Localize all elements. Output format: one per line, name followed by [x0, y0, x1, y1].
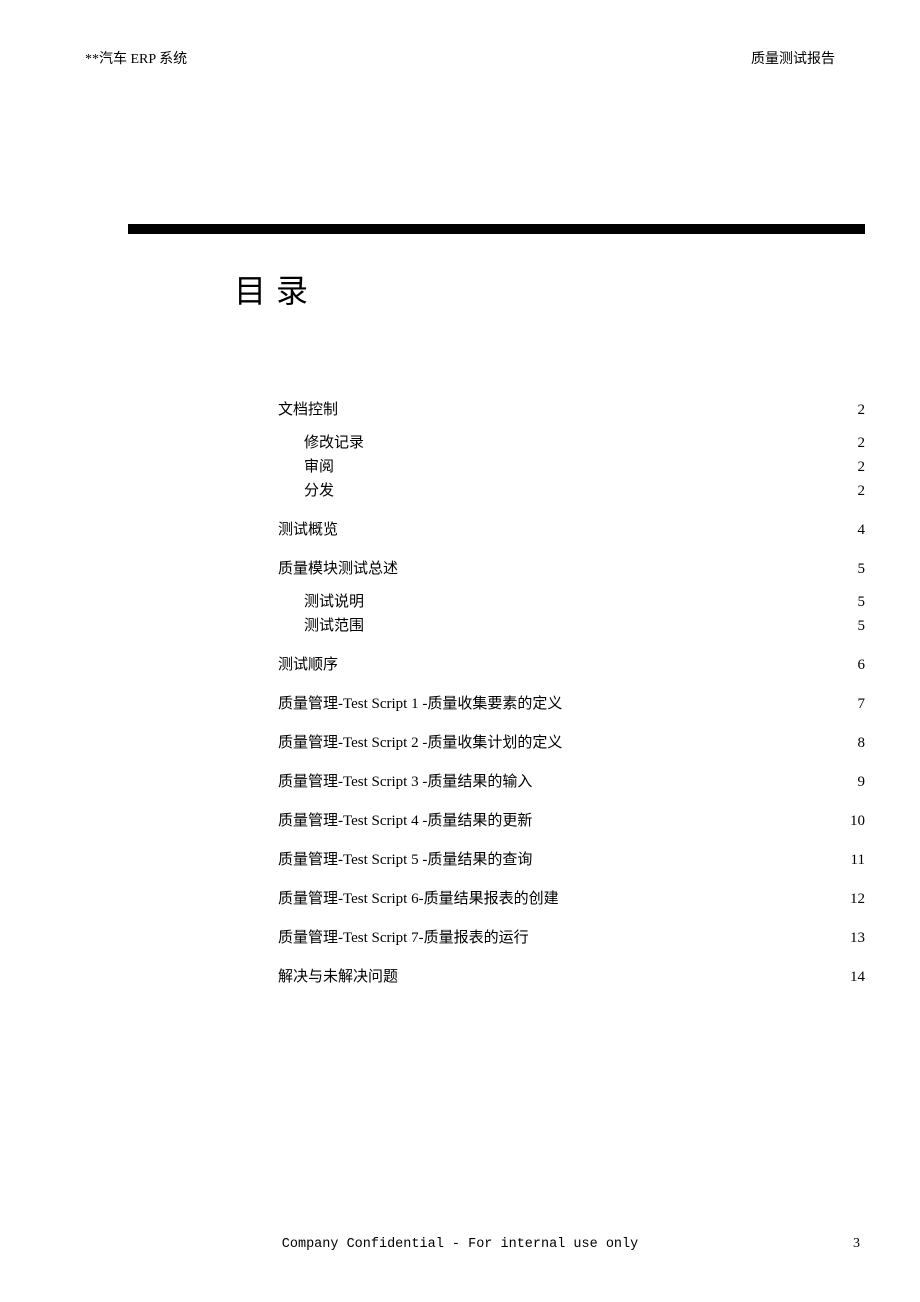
toc-entry-page: 2 [841, 457, 865, 478]
toc-entry-label: 质量管理-Test Script 3 -质量结果的输入 [278, 772, 532, 793]
document-footer: Company Confidential - For internal use … [0, 1237, 920, 1252]
toc-entry-page: 8 [841, 733, 865, 754]
toc-entry-label: 修改记录 [304, 433, 364, 454]
toc-entry-label: 质量管理-Test Script 4 -质量结果的更新 [278, 811, 532, 832]
toc-entry-page: 2 [841, 481, 865, 502]
toc-entry-page: 5 [841, 616, 865, 637]
toc-entry: 解决与未解决问题 14 [278, 967, 865, 988]
toc-entry-label: 质量模块测试总述 [278, 559, 398, 580]
toc-entry-label: 测试说明 [304, 592, 364, 613]
toc-entry: 文档控制 2 [278, 400, 865, 421]
toc-entry-label: 分发 [304, 481, 334, 502]
toc-entry: 审阅 2 [278, 457, 865, 478]
toc-entry: 测试说明 5 [278, 592, 865, 613]
toc-entry-label: 审阅 [304, 457, 334, 478]
header-right-text: 质量测试报告 [751, 48, 835, 68]
toc-entry-page: 6 [841, 655, 865, 676]
toc-entry: 质量管理-Test Script 4 -质量结果的更新 10 [278, 811, 865, 832]
toc-entry: 质量管理-Test Script 6-质量结果报表的创建 12 [278, 889, 865, 910]
toc-entry-page: 4 [841, 520, 865, 541]
toc-entry: 测试概览 4 [278, 520, 865, 541]
toc-entry: 质量管理-Test Script 7-质量报表的运行 13 [278, 928, 865, 949]
toc-entry-page: 5 [841, 559, 865, 580]
toc-entry-label: 解决与未解决问题 [278, 967, 398, 988]
toc-entry-page: 13 [841, 928, 865, 949]
horizontal-rule [128, 224, 865, 234]
toc-entry-page: 14 [841, 967, 865, 988]
toc-entry: 质量管理-Test Script 1 -质量收集要素的定义 7 [278, 694, 865, 715]
toc-entry-page: 10 [841, 811, 865, 832]
toc-entry: 测试顺序 6 [278, 655, 865, 676]
toc-entry: 质量管理-Test Script 2 -质量收集计划的定义 8 [278, 733, 865, 754]
page-number: 3 [853, 1236, 860, 1252]
toc-entry-page: 12 [841, 889, 865, 910]
toc-entry: 修改记录 2 [278, 433, 865, 454]
content-area: 目录 文档控制2修改记录2审阅2分发2测试概览4质量模块测试总述5测试说明5测试… [234, 266, 865, 988]
toc-entry-label: 测试顺序 [278, 655, 338, 676]
toc-entry-label: 文档控制 [278, 400, 338, 421]
header-left-text: **汽车 ERP 系统 [85, 48, 187, 68]
toc-entry-label: 质量管理-Test Script 6-质量结果报表的创建 [278, 889, 559, 910]
footer-confidential-text: Company Confidential - For internal use … [0, 1237, 920, 1252]
toc-entry-page: 11 [841, 850, 865, 871]
toc-entry-label: 测试范围 [304, 616, 364, 637]
toc-entry-label: 质量管理-Test Script 2 -质量收集计划的定义 [278, 733, 562, 754]
toc-entry: 质量管理-Test Script 5 -质量结果的查询 11 [278, 850, 865, 871]
toc-entry: 分发 2 [278, 481, 865, 502]
toc-entry-label: 测试概览 [278, 520, 338, 541]
toc-entry: 测试范围 5 [278, 616, 865, 637]
toc-entry-page: 2 [841, 433, 865, 454]
toc-entry-label: 质量管理-Test Script 5 -质量结果的查询 [278, 850, 532, 871]
toc-entry-page: 5 [841, 592, 865, 613]
toc-entry-label: 质量管理-Test Script 1 -质量收集要素的定义 [278, 694, 562, 715]
toc-entry-label: 质量管理-Test Script 7-质量报表的运行 [278, 928, 529, 949]
toc-entry-page: 7 [841, 694, 865, 715]
toc-entry-page: 2 [841, 400, 865, 421]
toc-entry: 质量管理-Test Script 3 -质量结果的输入 9 [278, 772, 865, 793]
toc-list: 文档控制 2 修改记录 2 审阅 2 分发 2 测试概览 4 质量模块测试总述 5 测试说明 5 测试范围 5… [234, 400, 865, 988]
toc-entry-page: 9 [841, 772, 865, 793]
toc-entry: 质量模块测试总述 5 [278, 559, 865, 580]
document-header: **汽车 ERP 系统 质量测试报告 [85, 48, 835, 68]
toc-title: 目录 [234, 266, 865, 312]
